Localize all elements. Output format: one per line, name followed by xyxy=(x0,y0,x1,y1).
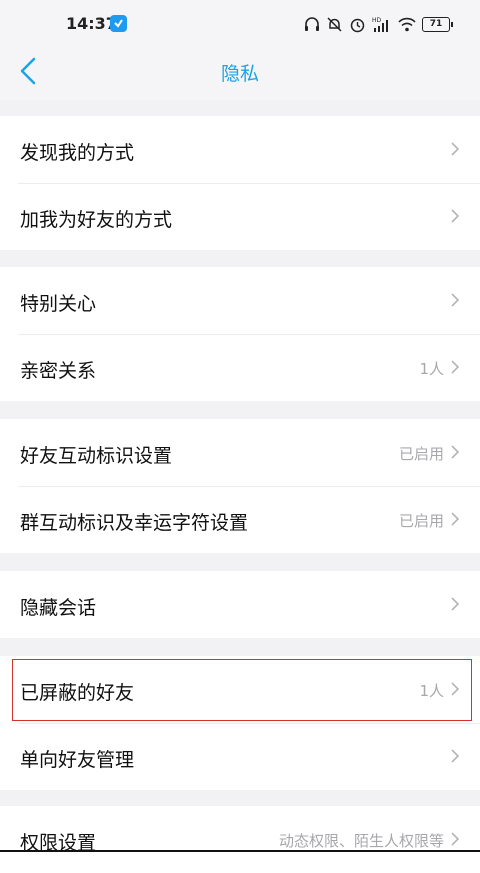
status-bar: 14:37 HD 71 xyxy=(0,0,480,42)
settings-group: 隐藏会话 xyxy=(0,571,480,638)
chevron-right-icon xyxy=(451,209,460,223)
setting-label: 隐藏会话 xyxy=(20,597,97,619)
setting-row-one-way-friends[interactable]: 单向好友管理 xyxy=(0,723,480,790)
chevron-right-icon xyxy=(451,360,460,374)
headset-icon xyxy=(305,17,319,31)
setting-label: 特别关心 xyxy=(20,293,97,315)
chevron-right-icon xyxy=(451,293,460,307)
setting-value: 1人 xyxy=(419,360,444,378)
settings-group: 权限设置 动态权限、陌生人权限等 xyxy=(0,806,480,873)
setting-label: 亲密关系 xyxy=(20,360,97,382)
chevron-right-icon xyxy=(451,445,460,459)
setting-value: 动态权限、陌生人权限等 xyxy=(278,832,444,850)
setting-label: 单向好友管理 xyxy=(20,749,135,771)
svg-text:HD: HD xyxy=(372,17,382,24)
setting-value: 已启用 xyxy=(398,445,444,463)
setting-label: 加我为好友的方式 xyxy=(20,209,173,231)
chevron-right-icon xyxy=(451,749,460,763)
setting-value: 已启用 xyxy=(398,512,444,530)
setting-label: 发现我的方式 xyxy=(20,142,135,164)
settings-group: 好友互动标识设置 已启用 群互动标识及幸运字符设置 已启用 xyxy=(0,419,480,553)
setting-row-group-interaction[interactable]: 群互动标识及幸运字符设置 已启用 xyxy=(0,486,480,553)
setting-label: 好友互动标识设置 xyxy=(20,445,173,467)
setting-row-special-care[interactable]: 特别关心 xyxy=(0,267,480,334)
setting-row-add-friend[interactable]: 加我为好友的方式 xyxy=(0,183,480,250)
status-icons: HD 71 xyxy=(304,14,453,34)
page-title: 隐私 xyxy=(220,63,259,85)
settings-group: 特别关心 亲密关系 1人 xyxy=(0,267,480,401)
setting-row-intimate[interactable]: 亲密关系 1人 xyxy=(0,334,480,401)
chevron-right-icon xyxy=(451,142,460,156)
setting-label: 群互动标识及幸运字符设置 xyxy=(20,512,249,534)
hd-signal-icon: HD xyxy=(372,17,388,32)
wifi-icon xyxy=(398,17,416,31)
app-notification-icon xyxy=(110,15,127,32)
chevron-right-icon xyxy=(451,512,460,526)
setting-row-friend-interaction[interactable]: 好友互动标识设置 已启用 xyxy=(0,419,480,486)
setting-row-hidden-chats[interactable]: 隐藏会话 xyxy=(0,571,480,638)
setting-row-permissions[interactable]: 权限设置 动态权限、陌生人权限等 xyxy=(0,806,480,873)
alarm-off-icon xyxy=(327,16,342,32)
battery-icon: 71 xyxy=(422,16,453,32)
highlight-box xyxy=(12,659,472,721)
alarm-icon xyxy=(350,18,365,32)
chevron-right-icon xyxy=(451,597,460,611)
nav-bar: 隐私 xyxy=(0,42,480,100)
chevron-right-icon xyxy=(451,832,460,846)
settings-group: 发现我的方式 加我为好友的方式 xyxy=(0,116,480,250)
setting-row-discover[interactable]: 发现我的方式 xyxy=(0,116,480,183)
